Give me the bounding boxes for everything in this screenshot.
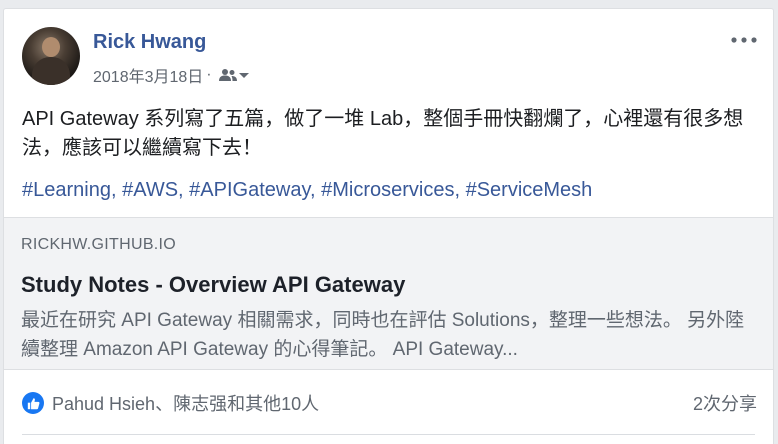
audience-selector[interactable] [218,68,250,82]
author-name[interactable]: Rick Hwang [93,31,206,54]
hashtag-list: #Learning, #AWS, #APIGateway, #Microserv… [22,179,593,201]
post-text: API Gateway 系列寫了五篇，做了一堆 Lab，整個手冊快翻爛了，心裡還… [22,108,744,159]
reactions-summary[interactable]: Pahud Hsieh、陳志强和其他10人 [22,390,319,416]
post-footer: Pahud Hsieh、陳志强和其他10人 2次分享 [4,370,773,430]
shares-count[interactable]: 2次分享 [693,390,757,416]
link-domain: RICKHW.GITHUB.IO [21,236,177,253]
hashtag-microservices[interactable]: #Microservices [321,179,454,201]
author-avatar[interactable] [22,27,80,85]
hashtag-apigateway[interactable]: #APIGateway [189,179,310,201]
hashtag-servicemesh[interactable]: #ServiceMesh [466,179,593,201]
link-title[interactable]: Study Notes - Overview API Gateway [21,272,405,298]
friends-icon [218,69,237,81]
hashtag-aws[interactable]: #AWS [122,179,178,201]
like-icon [22,392,44,414]
link-description: 最近在研究 API Gateway 相關需求，同時也在評估 Solutions，… [21,310,745,360]
post-card: Rick Hwang 2018年3月18日 · API Gateway 系列寫了… [3,8,774,444]
link-preview[interactable]: RICKHW.GITHUB.IO Study Notes - Overview … [4,217,773,370]
footer-divider [22,434,755,435]
hashtag-learning[interactable]: #Learning [22,179,111,201]
more-options-button[interactable] [729,27,759,53]
post-date[interactable]: 2018年3月18日 [93,63,203,87]
meta-separator: · [206,66,212,83]
post-meta: 2018年3月18日 · [93,63,250,87]
reactions-text: Pahud Hsieh、陳志强和其他10人 [52,394,320,414]
chevron-down-icon [238,73,249,78]
more-options-icon [731,37,757,43]
